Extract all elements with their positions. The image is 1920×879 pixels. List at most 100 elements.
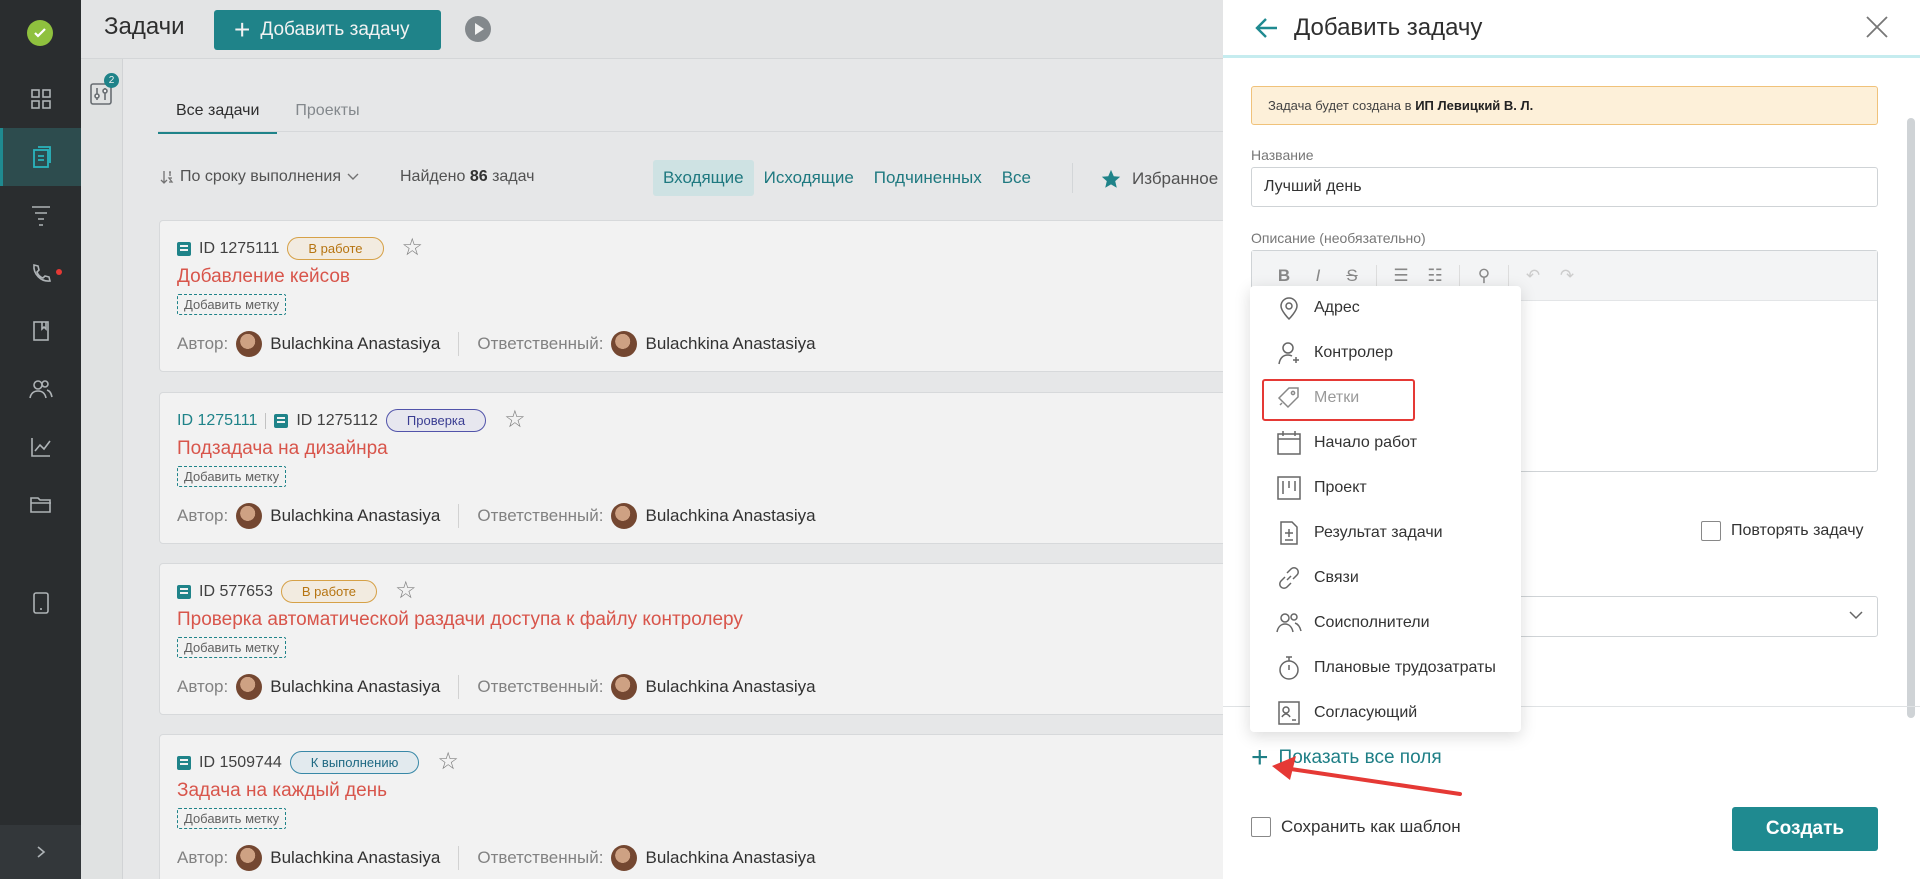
author-name[interactable]: Bulachkina Anastasiya: [270, 848, 440, 868]
checkbox[interactable]: [1251, 817, 1271, 837]
save-as-template-checkbox[interactable]: Сохранить как шаблон: [1251, 817, 1461, 837]
checkbox[interactable]: [1701, 521, 1721, 541]
filter-all[interactable]: Все: [992, 160, 1041, 196]
task-id[interactable]: ID 577653: [199, 583, 273, 601]
task-card[interactable]: ID 1509744 К выполнению ☆ Задача на кажд…: [159, 734, 1229, 879]
task-type-icon: [177, 584, 191, 599]
add-tag-button[interactable]: Добавить метку: [177, 808, 287, 829]
found-prefix: Найдено: [400, 168, 466, 185]
name-input[interactable]: Лучший день: [1251, 167, 1878, 207]
responsible-name[interactable]: Bulachkina Anastasiya: [645, 334, 815, 354]
task-people: Автор: Bulachkina Anastasiya Ответственн…: [177, 503, 816, 529]
sort-dropdown[interactable]: По сроку выполнения: [160, 168, 359, 186]
create-button[interactable]: Создать: [1732, 807, 1878, 851]
link-icon[interactable]: ⚲: [1474, 266, 1494, 286]
task-title[interactable]: Подзадача на дизайнра: [177, 438, 388, 460]
avatar: [611, 331, 638, 357]
tab-all-tasks[interactable]: Все задачи: [158, 96, 278, 134]
found-count: 86: [469, 168, 488, 185]
notice-org: ИП Левицкий В. Л.: [1415, 98, 1534, 113]
tasks-icon[interactable]: [0, 128, 81, 186]
mobile-icon[interactable]: [0, 574, 81, 632]
strikethrough-icon[interactable]: S: [1342, 266, 1362, 286]
italic-icon[interactable]: I: [1308, 266, 1328, 286]
contacts-icon[interactable]: [0, 360, 81, 418]
favorites-filter[interactable]: Избранное: [1100, 168, 1218, 190]
author-name[interactable]: Bulachkina Anastasiya: [270, 677, 440, 697]
task-id[interactable]: ID 1275112: [296, 412, 378, 430]
star-outline-icon[interactable]: ☆: [402, 235, 424, 260]
menu-item-label: Контролер: [1314, 344, 1393, 361]
folder-icon[interactable]: [0, 476, 81, 534]
undo-icon[interactable]: ↶: [1523, 266, 1543, 286]
author-name[interactable]: Bulachkina Anastasiya: [270, 334, 440, 354]
analytics-icon[interactable]: [0, 418, 81, 476]
play-icon[interactable]: [465, 16, 491, 42]
task-title[interactable]: Проверка автоматической раздачи доступа …: [177, 609, 743, 631]
task-id[interactable]: ID 1275111: [199, 240, 279, 258]
close-icon[interactable]: [1864, 14, 1890, 40]
task-title[interactable]: Задача на каждый день: [177, 780, 387, 802]
star-outline-icon[interactable]: ☆: [437, 749, 459, 774]
bullet-list-icon[interactable]: ☰: [1391, 266, 1411, 286]
author-name[interactable]: Bulachkina Anastasiya: [270, 506, 440, 526]
status-badge[interactable]: К выполнению: [289, 751, 420, 774]
numbered-list-icon[interactable]: ☷: [1425, 266, 1445, 286]
menu-item-planned-effort[interactable]: Плановые трудозатраты: [1250, 646, 1521, 690]
filter-incoming[interactable]: Входящие: [653, 160, 754, 196]
task-type-icon: [274, 413, 289, 428]
status-badge[interactable]: Проверка: [385, 409, 487, 432]
funnel-icon[interactable]: [0, 186, 81, 244]
link-icon: [1279, 567, 1299, 589]
task-id[interactable]: ID 1509744: [199, 754, 282, 772]
filters-separator: [1072, 163, 1073, 193]
dashboard-icon[interactable]: [0, 70, 81, 128]
users-icon: [1276, 613, 1302, 633]
expand-sidebar-button[interactable]: [0, 825, 81, 879]
task-title[interactable]: Добавление кейсов: [177, 266, 350, 288]
responsible-name[interactable]: Bulachkina Anastasiya: [645, 848, 815, 868]
filter-subordinates[interactable]: Подчиненных: [864, 160, 992, 196]
status-badge[interactable]: В работе: [280, 580, 378, 603]
repeat-task-checkbox[interactable]: Повторять задачу: [1701, 521, 1864, 541]
status-badge[interactable]: В работе: [287, 237, 384, 260]
redo-icon[interactable]: ↷: [1557, 266, 1577, 286]
menu-item-controller[interactable]: Контролер: [1250, 331, 1521, 375]
tab-projects[interactable]: Проекты: [277, 96, 377, 134]
menu-item-approver[interactable]: Согласующий: [1250, 691, 1521, 735]
menu-item-label: Соисполнители: [1314, 614, 1430, 631]
add-tag-button[interactable]: Добавить метку: [177, 466, 287, 487]
menu-item-label: Начало работ: [1314, 434, 1418, 451]
task-type-icon: [177, 755, 191, 770]
task-card[interactable]: ID 577653 В работе ☆ Проверка автоматиче…: [159, 563, 1229, 715]
kanban-icon: [1277, 476, 1301, 500]
menu-item-task-result[interactable]: Результат задачи: [1250, 511, 1521, 555]
star-outline-icon[interactable]: ☆: [504, 407, 526, 432]
book-icon[interactable]: [0, 302, 81, 360]
task-card[interactable]: ID 1275111 ID 1275112 Проверка ☆ Подзада…: [159, 392, 1229, 544]
bold-icon[interactable]: B: [1274, 266, 1294, 286]
filter-strip: [81, 59, 123, 879]
task-type-icon: [177, 241, 191, 256]
logo-check-icon[interactable]: [27, 20, 53, 46]
star-outline-icon[interactable]: ☆: [395, 578, 417, 603]
responsible-name[interactable]: Bulachkina Anastasiya: [645, 506, 815, 526]
responsible-name[interactable]: Bulachkina Anastasiya: [645, 677, 815, 697]
menu-item-start-date[interactable]: Начало работ: [1250, 421, 1521, 465]
add-task-button[interactable]: + Добавить задачу: [214, 10, 441, 50]
menu-item-links[interactable]: Связи: [1250, 556, 1521, 600]
filter-outgoing[interactable]: Исходящие: [754, 160, 864, 196]
avatar: [236, 331, 263, 357]
avatar: [611, 845, 638, 871]
phone-icon[interactable]: [0, 244, 81, 302]
menu-item-project[interactable]: Проект: [1250, 466, 1521, 510]
task-card[interactable]: ID 1275111 В работе ☆ Добавление кейсов …: [159, 220, 1229, 372]
panel-scrollbar[interactable]: [1907, 118, 1915, 718]
avatar: [236, 845, 263, 871]
add-tag-button[interactable]: Добавить метку: [177, 294, 287, 315]
menu-item-coexecutors[interactable]: Соисполнители: [1250, 601, 1521, 645]
menu-item-address[interactable]: Адрес: [1250, 286, 1521, 330]
back-arrow-icon[interactable]: [1253, 14, 1281, 42]
parent-task-id[interactable]: ID 1275111: [177, 412, 257, 430]
add-tag-button[interactable]: Добавить метку: [177, 637, 287, 658]
